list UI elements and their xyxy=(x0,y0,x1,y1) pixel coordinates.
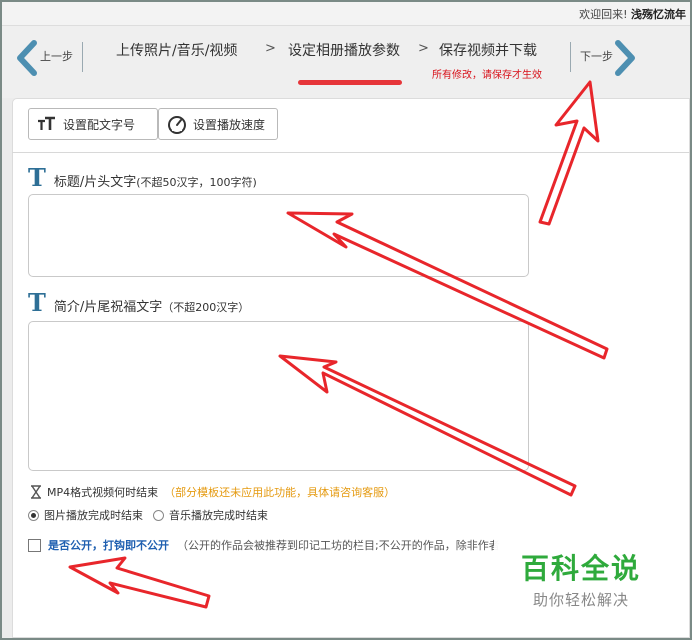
end-after-music-label[interactable]: 音乐播放完成时结束 xyxy=(169,507,268,523)
intro-field-hint: （不超200汉字） xyxy=(162,301,250,314)
playback-speed-button[interactable]: 设置播放速度 xyxy=(158,108,278,140)
end-after-images-radio[interactable] xyxy=(28,509,39,521)
speedometer-icon xyxy=(168,116,186,134)
prev-step-button[interactable]: 上一步 xyxy=(40,48,73,64)
step-separator: > xyxy=(265,41,276,56)
title-field-label: 标题/片头文字 xyxy=(53,175,137,190)
save-notice: 所有修改，请保存才生效 xyxy=(432,70,542,81)
hourglass-icon xyxy=(31,485,41,499)
intro-field-label: 简介/片尾祝福文字 xyxy=(53,300,163,315)
font-size-button-label: 设置配文字号 xyxy=(63,117,136,132)
step-navigation: 上一步 上传照片/音乐/视频 > 设定相册播放参数 > 保存视频并下载 所有修改… xyxy=(2,26,690,98)
welcome-text: 欢迎回来! 浅殇忆流年 xyxy=(579,6,686,22)
intro-textarea[interactable] xyxy=(28,321,529,471)
font-size-button[interactable]: 设置配文字号 xyxy=(28,108,158,140)
mp4-end-options: 图片播放完成时结束 音乐播放完成时结束 xyxy=(28,507,268,523)
step-set-params[interactable]: 设定相册播放参数 xyxy=(288,40,400,60)
next-step-button[interactable]: 下一步 xyxy=(580,48,613,64)
welcome-bar: 欢迎回来! 浅殇忆流年 xyxy=(2,2,690,26)
watermark-logo: 百科全说 助你轻松解决 xyxy=(494,531,668,615)
public-note: （公开的作品会被推荐到印记工坊的栏目;不公开的作品，除非作者 xyxy=(177,539,500,552)
chevron-left-icon[interactable] xyxy=(14,40,42,76)
playback-speed-button-label: 设置播放速度 xyxy=(193,117,266,132)
mp4-end-label: MP4格式视频何时结束 xyxy=(47,486,159,499)
text-size-icon xyxy=(38,116,55,130)
step-save-download[interactable]: 保存视频并下载 xyxy=(439,40,537,60)
private-checkbox[interactable] xyxy=(28,538,41,552)
text-t-icon: T xyxy=(28,163,46,192)
active-step-indicator xyxy=(298,80,402,85)
title-textarea[interactable] xyxy=(28,194,529,277)
step-separator: > xyxy=(418,41,429,56)
intro-field-heading: T 简介/片尾祝福文字 （不超200汉字） xyxy=(28,288,250,317)
end-after-music-radio[interactable] xyxy=(153,509,164,521)
step-upload[interactable]: 上传照片/音乐/视频 xyxy=(116,40,237,60)
chevron-right-icon[interactable] xyxy=(610,40,638,76)
private-checkbox-label[interactable]: 是否公开，打钩即不公开 xyxy=(48,537,169,553)
mp4-end-tip: （部分模板还未应用此功能，具体请咨询客服） xyxy=(164,486,396,499)
divider xyxy=(82,42,83,72)
end-after-images-label[interactable]: 图片播放完成时结束 xyxy=(44,507,143,523)
watermark-main-text: 百科全说 xyxy=(520,552,641,585)
settings-toolbar: 设置配文字号 设置播放速度 xyxy=(12,98,690,153)
divider xyxy=(570,42,571,72)
title-field-heading: T 标题/片头文字 (不超50汉字，100字符) xyxy=(28,163,257,192)
title-field-hint: (不超50汉字，100字符) xyxy=(136,176,257,189)
watermark-sub-text: 助你轻松解决 xyxy=(532,591,629,609)
welcome-greeting: 欢迎回来! xyxy=(579,8,628,21)
public-setting: 是否公开，打钩即不公开 （公开的作品会被推荐到印记工坊的栏目;不公开的作品，除非… xyxy=(28,537,500,553)
mp4-end-setting: MP4格式视频何时结束 （部分模板还未应用此功能，具体请咨询客服） xyxy=(30,484,395,500)
text-t-icon: T xyxy=(28,288,46,317)
username[interactable]: 浅殇忆流年 xyxy=(631,8,686,21)
